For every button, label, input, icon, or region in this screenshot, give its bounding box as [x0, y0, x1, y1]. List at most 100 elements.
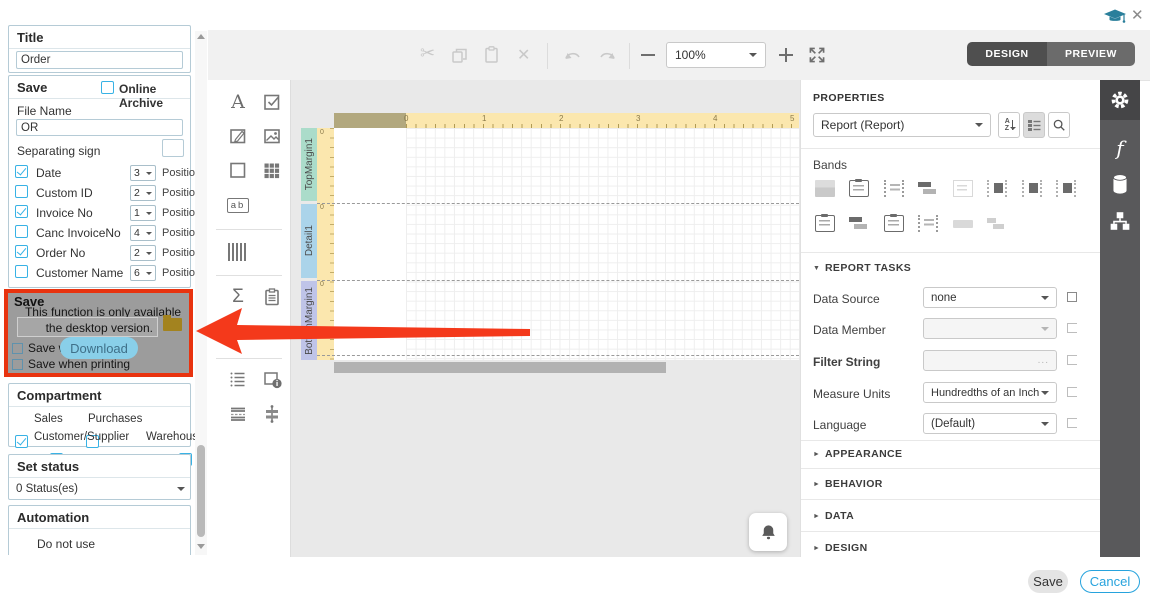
- measure-units-select[interactable]: Hundredths of an Inch: [923, 382, 1057, 403]
- pageinfo-tool-icon[interactable]: [261, 286, 283, 308]
- scrollbar-thumb[interactable]: [197, 445, 205, 537]
- file-name-input[interactable]: [16, 119, 183, 136]
- custom-id-position-select[interactable]: 2: [130, 185, 156, 201]
- left-panel-scrollbar[interactable]: [195, 31, 207, 555]
- zoom-in-button[interactable]: [779, 48, 793, 62]
- section-appearance[interactable]: ► APPEARANCE: [813, 448, 902, 460]
- app-logo-graduation-cap-icon[interactable]: [1103, 6, 1127, 26]
- save-button[interactable]: Save: [1028, 570, 1068, 593]
- invoice-no-position-select[interactable]: 1: [130, 205, 156, 221]
- tab-preview[interactable]: PREVIEW: [1047, 42, 1135, 66]
- horizontal-scrollbar[interactable]: [334, 362, 666, 373]
- custom-id-checkbox[interactable]: [15, 185, 28, 198]
- table-tool-icon[interactable]: [261, 159, 283, 181]
- zoom-out-button[interactable]: [641, 54, 655, 56]
- cut-button[interactable]: ✂: [420, 43, 435, 64]
- band-icon-11[interactable]: [884, 213, 904, 232]
- sales-checkbox[interactable]: [15, 435, 28, 448]
- band-tab-detail[interactable]: Detail1: [301, 204, 317, 278]
- invoice-no-checkbox[interactable]: [15, 205, 28, 218]
- date-position-select[interactable]: 3: [130, 165, 156, 181]
- online-archive-checkbox[interactable]: [101, 81, 114, 94]
- property-marker[interactable]: [1067, 292, 1077, 302]
- band-icon-6[interactable]: [987, 180, 1007, 197]
- filter-string-input[interactable]: ...: [923, 350, 1057, 371]
- date-checkbox[interactable]: [15, 165, 28, 178]
- properties-tab-active[interactable]: [1100, 80, 1140, 120]
- zoom-select[interactable]: 100%: [666, 42, 766, 68]
- band-icon-14[interactable]: [987, 215, 1007, 232]
- delete-button[interactable]: ✕: [517, 45, 530, 65]
- band-icon-9[interactable]: [815, 213, 835, 232]
- character-comb-tool-icon[interactable]: ab: [225, 194, 251, 216]
- band-icon-1[interactable]: [815, 180, 835, 197]
- canc-invoiceno-position-select[interactable]: 4: [130, 225, 156, 241]
- band-icon-5[interactable]: [953, 180, 973, 197]
- label-tool-icon[interactable]: A: [227, 91, 249, 113]
- save-when-checkbox[interactable]: [12, 343, 23, 354]
- page-break-tool-icon[interactable]: [227, 403, 249, 425]
- property-marker[interactable]: [1067, 355, 1077, 365]
- undo-button[interactable]: [562, 48, 584, 69]
- title-input[interactable]: [16, 51, 183, 69]
- order-no-position-select[interactable]: 2: [130, 245, 156, 261]
- picture-tool-icon[interactable]: [261, 125, 283, 147]
- report-tasks-section-header[interactable]: ▼ REPORT TASKS: [813, 262, 911, 274]
- line-tool-icon[interactable]: [227, 320, 249, 342]
- customer-name-position-select[interactable]: 6: [130, 265, 156, 281]
- panel-tool-icon[interactable]: [227, 159, 249, 181]
- tab-design[interactable]: DESIGN: [967, 42, 1047, 66]
- canc-invoiceno-checkbox[interactable]: [15, 225, 28, 238]
- data-member-select[interactable]: [923, 318, 1057, 339]
- sum-tool-icon[interactable]: Σ: [227, 286, 249, 308]
- scroll-down-icon[interactable]: [197, 544, 205, 549]
- sort-az-button[interactable]: A Z: [998, 112, 1020, 138]
- copy-button[interactable]: [450, 46, 469, 70]
- order-no-checkbox[interactable]: [15, 245, 28, 258]
- fullscreen-icon[interactable]: [806, 44, 828, 71]
- separating-sign-input[interactable]: [162, 139, 184, 157]
- info-box-tool-icon[interactable]: [261, 368, 283, 390]
- notifications-button[interactable]: [749, 513, 787, 551]
- folder-icon[interactable]: [163, 315, 182, 331]
- property-marker[interactable]: [1067, 387, 1077, 397]
- barcode-tool-icon[interactable]: [227, 241, 249, 263]
- band-icon-13[interactable]: [953, 220, 973, 228]
- object-selector[interactable]: Report (Report): [813, 113, 991, 137]
- design-surface[interactable]: 0 1 2 3 4 5 TopMargin1 Detail1 BottomMar…: [290, 80, 801, 557]
- band-tab-top-margin[interactable]: TopMargin1: [301, 128, 317, 201]
- customer-name-checkbox[interactable]: [15, 265, 28, 278]
- section-design[interactable]: ► DESIGN: [813, 542, 868, 554]
- band-tab-bottom-margin[interactable]: BottomMargin1: [301, 281, 317, 360]
- report-explorer-tab[interactable]: [1109, 210, 1131, 237]
- data-sources-tab[interactable]: [1109, 172, 1131, 201]
- scroll-up-icon[interactable]: [197, 34, 205, 39]
- band-icon-4[interactable]: [918, 180, 938, 197]
- band-icon-7[interactable]: [1022, 180, 1042, 197]
- download-button[interactable]: Download: [60, 337, 138, 359]
- status-select[interactable]: 0 Status(es): [16, 481, 185, 497]
- band-icon-3[interactable]: [884, 180, 904, 197]
- band-icon-8[interactable]: [1056, 180, 1076, 197]
- close-icon[interactable]: ✕: [1131, 6, 1144, 24]
- band-icon-12[interactable]: [918, 215, 938, 232]
- report-page[interactable]: [334, 128, 799, 360]
- paste-button[interactable]: [482, 45, 501, 70]
- language-select[interactable]: (Default): [923, 413, 1057, 434]
- expressions-tab[interactable]: f: [1100, 130, 1140, 166]
- section-behavior[interactable]: ► BEHAVIOR: [813, 478, 883, 490]
- save-when-printing-checkbox[interactable]: [12, 359, 23, 370]
- ellipsis-button[interactable]: ...: [1038, 355, 1049, 366]
- cancel-button[interactable]: Cancel: [1080, 570, 1140, 593]
- category-view-button[interactable]: [1023, 112, 1045, 138]
- data-source-select[interactable]: none: [923, 287, 1057, 308]
- band-icon-2[interactable]: [849, 178, 869, 197]
- property-marker[interactable]: [1067, 418, 1077, 428]
- search-button[interactable]: [1048, 112, 1070, 138]
- subreport-tool-icon[interactable]: [227, 368, 249, 390]
- cross-band-tool-icon[interactable]: [261, 403, 283, 425]
- property-marker[interactable]: [1067, 323, 1077, 333]
- checkbox-tool-icon[interactable]: [261, 91, 283, 113]
- shape-tool-icon[interactable]: ~: [261, 318, 283, 340]
- redo-button[interactable]: [596, 48, 618, 69]
